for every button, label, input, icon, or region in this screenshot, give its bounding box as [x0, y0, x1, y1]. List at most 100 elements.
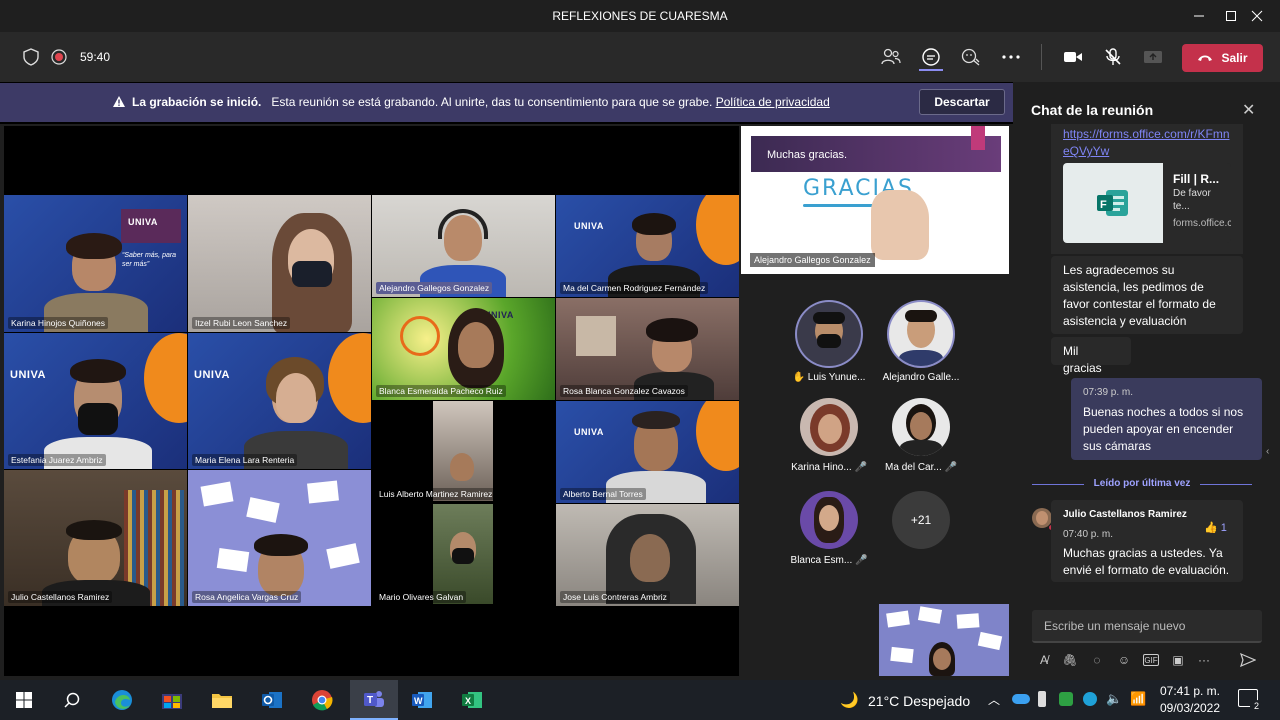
app-tray-icon[interactable]	[1083, 692, 1097, 706]
card-url: forms.office.com	[1173, 218, 1231, 229]
loop-icon[interactable]: ◌	[1089, 652, 1105, 668]
leave-button[interactable]: Salir	[1182, 44, 1263, 72]
roster-name: Ma del Car... 🎤	[885, 462, 957, 473]
read-receipt-divider: Leído por última vez	[1032, 478, 1252, 489]
recording-banner: La grabación se inició. Esta reunión se …	[0, 83, 1013, 122]
roster-participant[interactable]: ✋ Luis Yunue...	[785, 302, 873, 383]
chrome-icon[interactable]	[302, 680, 342, 720]
hand-illustration	[871, 190, 929, 260]
svg-text:X: X	[465, 696, 471, 706]
excel-icon[interactable]: X	[452, 680, 492, 720]
roster-participant[interactable]: Karina Hino... 🎤	[785, 398, 873, 473]
video-tile[interactable]: UNIVA Ma del Carmen Rodriguez Fernández	[556, 195, 739, 297]
windows-taskbar: T W X 🌙 21°C Despejado ︿ 🔈 📶 07:41 p. m.…	[0, 680, 1280, 720]
clock-date: 09/03/2022	[1159, 701, 1221, 715]
roster-participant[interactable]: Alejandro Galle...	[877, 302, 965, 383]
banner-message: La grabación se inició. Esta reunión se …	[132, 95, 830, 109]
outlook-icon[interactable]	[252, 680, 292, 720]
participant-name: Luis Alberto Martinez Ramirez	[376, 488, 496, 500]
sticker-icon[interactable]: ▣	[1170, 652, 1186, 668]
video-tile[interactable]: Luis Alberto Martinez Ramirez	[372, 401, 555, 503]
message-status-icon: ‹	[1266, 446, 1270, 457]
search-icon[interactable]	[52, 680, 92, 720]
weather-text[interactable]: 21°C Despejado	[868, 693, 970, 709]
roster-participant[interactable]: Ma del Car... 🎤	[877, 398, 965, 473]
file-explorer-icon[interactable]	[202, 680, 242, 720]
video-tile[interactable]: UNIVA Alberto Bernal Torres	[556, 401, 739, 503]
dismiss-button[interactable]: Descartar	[919, 89, 1005, 115]
more-options-icon[interactable]	[999, 45, 1023, 69]
volume-icon[interactable]: 🔈	[1106, 691, 1122, 707]
participant-name: Alejandro Gallegos Gonzalez	[376, 282, 493, 294]
avatar	[892, 398, 950, 456]
attach-icon[interactable]: 🖇	[1062, 652, 1078, 668]
emoji-icon[interactable]: ☺	[1116, 652, 1132, 668]
compose-toolbar: A̸ 🖇 ◌ ☺ GIF ▣ ···	[1032, 650, 1264, 670]
video-tile[interactable]: Jose Luis Contreras Ambriz	[556, 504, 739, 606]
univa-logo: UNIVA	[10, 369, 46, 381]
shield-icon[interactable]	[19, 45, 43, 69]
participant-name: Blanca Esmeralda Pacheco Ruiz	[376, 385, 506, 397]
reply-text: Muchas gracias a ustedes. Ya envié el fo…	[1063, 546, 1230, 577]
share-screen-icon[interactable]	[1141, 45, 1165, 69]
participant-name: Karina Hinojos Quiñones	[8, 317, 109, 329]
video-tile[interactable]: Julio Castellanos Ramirez	[4, 470, 187, 606]
forms-icon: F	[1097, 190, 1128, 216]
people-icon[interactable]	[879, 45, 903, 69]
word-icon[interactable]: W	[402, 680, 442, 720]
participant-name: Estefania Juarez Ambriz	[8, 454, 106, 466]
roster-overflow[interactable]: +21	[877, 491, 965, 549]
more-compose-icon[interactable]: ···	[1196, 652, 1212, 668]
shared-content[interactable]: Muchas gracias. GRACIAS Alejandro Galleg…	[741, 126, 1009, 274]
self-view-video[interactable]	[879, 604, 1009, 676]
participant-name: Maria Elena Lara Renteria	[192, 454, 298, 466]
video-tile[interactable]: Itzel Rubi Leon Sanchez	[188, 195, 371, 332]
compose-box[interactable]: Escribe un mensaje nuevo	[1032, 610, 1262, 643]
gif-icon[interactable]: GIF	[1143, 654, 1159, 666]
roster-name: ✋ Luis Yunue...	[792, 372, 866, 383]
system-clock[interactable]: 07:41 p. m. 09/03/2022	[1150, 683, 1230, 717]
roster-name: Alejandro Galle...	[882, 372, 960, 383]
more-participants-count[interactable]: +21	[892, 491, 950, 549]
close-chat-icon[interactable]: ✕	[1242, 100, 1255, 120]
video-tile[interactable]: Rosa Angelica Vargas Cruz	[188, 470, 371, 606]
edge-icon[interactable]	[102, 680, 142, 720]
chevron-up-icon[interactable]: ︿	[988, 691, 1000, 708]
video-tile[interactable]: UNIVA Maria Elena Lara Renteria	[188, 333, 371, 469]
privacy-policy-link[interactable]: Política de privacidad	[716, 95, 830, 109]
onedrive-icon[interactable]	[1012, 694, 1030, 704]
camera-icon[interactable]	[1061, 45, 1085, 69]
mic-muted-icon[interactable]	[1101, 45, 1125, 69]
format-icon[interactable]: A̸	[1036, 652, 1052, 668]
store-icon[interactable]	[152, 680, 192, 720]
participant-name: Rosa Angelica Vargas Cruz	[192, 591, 302, 603]
svg-text:T: T	[367, 695, 373, 706]
link-preview-card[interactable]: F Fill | R... De favor te... forms.offic…	[1063, 163, 1231, 243]
wifi-icon[interactable]: 📶	[1130, 691, 1146, 707]
participant-name: Alberto Bernal Torres	[560, 488, 646, 500]
reactions-icon[interactable]	[959, 45, 983, 69]
start-icon[interactable]	[4, 680, 44, 720]
roster-participant[interactable]: Blanca Esm... 🎤	[785, 491, 873, 566]
title-bar: REFLEXIONES DE CUARESMA	[0, 0, 1280, 32]
teams-icon[interactable]: T	[350, 680, 398, 720]
svg-text:F: F	[1100, 199, 1107, 211]
chat-icon[interactable]	[919, 45, 943, 71]
usb-icon[interactable]	[1038, 691, 1046, 707]
univa-logo: UNIVA	[574, 427, 604, 437]
video-tile[interactable]: Alejandro Gallegos Gonzalez	[372, 195, 555, 297]
like-reaction[interactable]: 👍 1	[1204, 521, 1227, 534]
avatar	[800, 398, 858, 456]
chat-message: Mil gracias	[1051, 337, 1131, 375]
video-tile[interactable]: UNIVA Estefania Juarez Ambriz	[4, 333, 187, 469]
video-tile[interactable]: Mario Olivares Galvan	[372, 504, 555, 606]
close-window-icon[interactable]	[1234, 0, 1280, 32]
video-tile[interactable]: UNIVA Blanca Esmeralda Pacheco Ruiz	[372, 298, 555, 400]
security-icon[interactable]	[1059, 692, 1073, 706]
send-icon[interactable]	[1240, 652, 1256, 668]
phone-hangup-icon	[1198, 55, 1213, 61]
video-tile[interactable]: Rosa Blanca Gonzalez Cavazos	[556, 298, 739, 400]
forms-link[interactable]: https://forms.office.com/r/KFmn	[1063, 126, 1230, 143]
meeting-toolbar: 59:40	[0, 32, 1280, 82]
video-tile[interactable]: UNIVA “Saber más, para ser más” Karina H…	[4, 195, 187, 332]
